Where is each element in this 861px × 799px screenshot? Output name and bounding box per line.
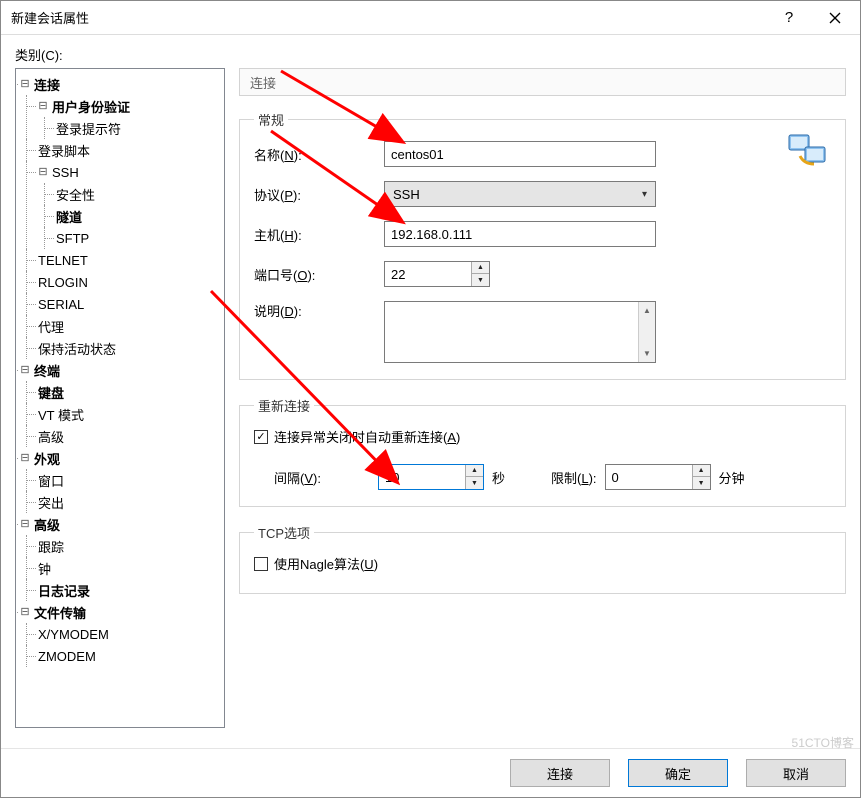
tree-ssh[interactable]: ⊟ SSH bbox=[36, 161, 222, 183]
watermark: 51CTO博客 bbox=[792, 734, 854, 751]
tree-rlogin[interactable]: RLOGIN bbox=[36, 271, 222, 293]
ok-button[interactable]: 确定 bbox=[628, 759, 728, 787]
spin-up-icon[interactable]: ▲ bbox=[472, 262, 489, 274]
interval-unit: 秒 bbox=[492, 468, 505, 487]
tree-keyboard[interactable]: 键盘 bbox=[36, 381, 222, 403]
tree-zmodem[interactable]: ZMODEM bbox=[36, 645, 222, 667]
limit-label: 限制(L): bbox=[551, 468, 597, 487]
name-input[interactable] bbox=[384, 141, 656, 167]
tcp-legend: TCP选项 bbox=[254, 523, 314, 542]
scrollbar[interactable]: ▲ ▼ bbox=[638, 302, 655, 362]
tree-advanced[interactable]: ⊟ 高级 bbox=[18, 513, 222, 535]
tree-bell[interactable]: 钟 bbox=[36, 557, 222, 579]
collapse-icon[interactable]: ⊟ bbox=[18, 451, 32, 465]
port-label: 端口号(O): bbox=[254, 265, 384, 284]
spin-down-icon[interactable]: ▼ bbox=[466, 477, 483, 489]
tree-logging[interactable]: 日志记录 bbox=[36, 579, 222, 601]
host-input[interactable] bbox=[384, 221, 656, 247]
tree-trace[interactable]: 跟踪 bbox=[36, 535, 222, 557]
host-label: 主机(H): bbox=[254, 225, 384, 244]
reconnect-legend: 重新连接 bbox=[254, 396, 314, 415]
scroll-down-icon[interactable]: ▼ bbox=[639, 345, 655, 362]
close-button[interactable] bbox=[812, 2, 858, 34]
nagle-label: 使用Nagle算法(U) bbox=[274, 554, 378, 573]
tree-telnet[interactable]: TELNET bbox=[36, 249, 222, 271]
spin-down-icon[interactable]: ▼ bbox=[693, 477, 710, 489]
tree-appearance[interactable]: ⊟ 外观 bbox=[18, 447, 222, 469]
dialog-title: 新建会话属性 bbox=[11, 8, 766, 27]
auto-reconnect-checkbox[interactable]: ✓ bbox=[254, 430, 268, 444]
desc-textarea[interactable]: ▲ ▼ bbox=[384, 301, 656, 363]
desc-label: 说明(D): bbox=[254, 301, 384, 320]
collapse-icon[interactable]: ⊟ bbox=[18, 517, 32, 531]
interval-input[interactable] bbox=[379, 465, 465, 489]
tree-user-auth[interactable]: ⊟ 用户身份验证 bbox=[36, 95, 222, 117]
category-tree[interactable]: ⊟ 连接 ⊟ 用户身份验证 登录提示符 bbox=[15, 68, 225, 728]
tcp-group: TCP选项 使用Nagle算法(U) bbox=[239, 523, 846, 594]
tree-login-script[interactable]: 登录脚本 bbox=[36, 139, 222, 161]
collapse-icon[interactable]: ⊟ bbox=[18, 605, 32, 619]
port-spinner[interactable]: ▲ ▼ bbox=[384, 261, 490, 287]
tree-highlight[interactable]: 突出 bbox=[36, 491, 222, 513]
tree-proxy[interactable]: 代理 bbox=[36, 315, 222, 337]
tree-xymodem[interactable]: X/YMODEM bbox=[36, 623, 222, 645]
general-group: 常规 名称(N): 协议(P): SSH ▾ 主机(H): bbox=[239, 110, 846, 380]
category-label: 类别(C): bbox=[15, 45, 846, 64]
connection-icon bbox=[788, 134, 828, 173]
spin-up-icon[interactable]: ▲ bbox=[693, 465, 710, 477]
tree-terminal-advanced[interactable]: 高级 bbox=[36, 425, 222, 447]
tree-connection[interactable]: ⊟ 连接 bbox=[18, 73, 222, 95]
tree-vt-mode[interactable]: VT 模式 bbox=[36, 403, 222, 425]
port-input[interactable] bbox=[385, 262, 471, 286]
dialog-footer: 连接 确定 取消 bbox=[1, 748, 860, 797]
limit-spinner[interactable]: ▲ ▼ bbox=[605, 464, 711, 490]
connect-button[interactable]: 连接 bbox=[510, 759, 610, 787]
chevron-down-icon: ▾ bbox=[642, 189, 647, 200]
collapse-icon[interactable]: ⊟ bbox=[18, 363, 32, 377]
limit-unit: 分钟 bbox=[719, 468, 745, 487]
close-icon bbox=[829, 12, 841, 24]
tree-filetransfer[interactable]: ⊟ 文件传输 bbox=[18, 601, 222, 623]
interval-spinner[interactable]: ▲ ▼ bbox=[378, 464, 484, 490]
titlebar: 新建会话属性 ? bbox=[1, 1, 860, 35]
tree-keepalive[interactable]: 保持活动状态 bbox=[36, 337, 222, 359]
tree-ssh-tunnel[interactable]: 隧道 bbox=[54, 205, 222, 227]
collapse-icon[interactable]: ⊟ bbox=[36, 165, 50, 179]
interval-label: 间隔(V): bbox=[274, 468, 370, 487]
tree-serial[interactable]: SERIAL bbox=[36, 293, 222, 315]
tree-ssh-sftp[interactable]: SFTP bbox=[54, 227, 222, 249]
reconnect-group: 重新连接 ✓ 连接异常关闭时自动重新连接(A) 间隔(V): ▲ ▼ bbox=[239, 396, 846, 507]
tree-ssh-security[interactable]: 安全性 bbox=[54, 183, 222, 205]
collapse-icon[interactable]: ⊟ bbox=[36, 99, 50, 113]
name-label: 名称(N): bbox=[254, 145, 384, 164]
cancel-button[interactable]: 取消 bbox=[746, 759, 846, 787]
spin-down-icon[interactable]: ▼ bbox=[472, 274, 489, 286]
general-legend: 常规 bbox=[254, 110, 288, 129]
tree-login-prompt[interactable]: 登录提示符 bbox=[54, 117, 222, 139]
protocol-select[interactable]: SSH ▾ bbox=[384, 181, 656, 207]
spin-up-icon[interactable]: ▲ bbox=[466, 465, 483, 477]
auto-reconnect-label: 连接异常关闭时自动重新连接(A) bbox=[274, 427, 460, 446]
collapse-icon[interactable]: ⊟ bbox=[18, 77, 32, 91]
tab-connection[interactable]: 连接 bbox=[239, 68, 846, 96]
tab-label: 连接 bbox=[250, 73, 276, 92]
scroll-up-icon[interactable]: ▲ bbox=[639, 302, 655, 319]
help-button[interactable]: ? bbox=[766, 2, 812, 34]
limit-input[interactable] bbox=[606, 465, 692, 489]
tree-window[interactable]: 窗口 bbox=[36, 469, 222, 491]
protocol-value: SSH bbox=[393, 187, 420, 202]
tree-terminal[interactable]: ⊟ 终端 bbox=[18, 359, 222, 381]
nagle-checkbox[interactable] bbox=[254, 557, 268, 571]
protocol-label: 协议(P): bbox=[254, 185, 384, 204]
